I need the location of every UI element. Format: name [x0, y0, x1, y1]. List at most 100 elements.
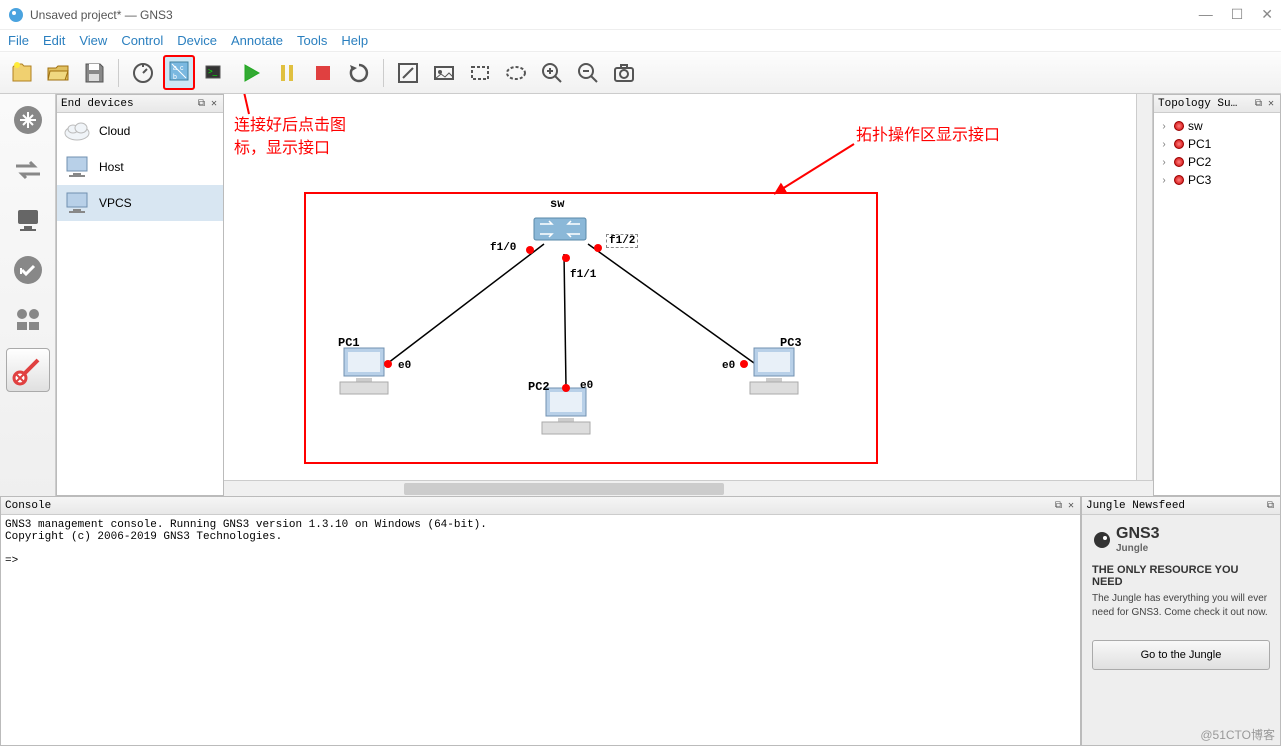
- app-icon: [8, 7, 24, 23]
- newsfeed-desc: The Jungle has everything you will ever …: [1092, 592, 1270, 620]
- newsfeed-headline: THE ONLY RESOURCE YOU NEED: [1092, 564, 1270, 588]
- topology-tree: ›sw ›PC1 ›PC2 ›PC3: [1154, 113, 1280, 193]
- bottom-area: Console ⧉✕ GNS3 management console. Runn…: [0, 496, 1281, 746]
- end-devices-title: End devices: [61, 98, 196, 110]
- tree-node-pc3[interactable]: ›PC3: [1158, 171, 1276, 189]
- chameleon-icon: [1092, 530, 1112, 550]
- device-cloud[interactable]: Cloud: [57, 113, 223, 149]
- port-dot: [526, 246, 534, 254]
- newsfeed-title: Jungle Newsfeed: [1086, 500, 1265, 512]
- port-dot: [562, 384, 570, 392]
- status-dot-icon: [1174, 139, 1184, 149]
- menu-view[interactable]: View: [79, 33, 107, 48]
- tree-node-pc1[interactable]: ›PC1: [1158, 135, 1276, 153]
- annotate-image-icon[interactable]: [428, 57, 460, 89]
- svg-text:c: c: [180, 65, 184, 72]
- topology-summary-panel: Topology Su… ⧉✕ ›sw ›PC1 ›PC2 ›PC3: [1153, 94, 1281, 496]
- minimize-button[interactable]: —: [1199, 6, 1213, 23]
- security-category-icon[interactable]: [6, 248, 50, 292]
- sw-label: sw: [550, 197, 564, 211]
- stop-all-icon[interactable]: [307, 57, 339, 89]
- open-project-icon[interactable]: [42, 57, 74, 89]
- show-interface-labels-button[interactable]: acb: [163, 55, 195, 90]
- menu-annotate[interactable]: Annotate: [231, 33, 283, 48]
- port-dot: [594, 244, 602, 252]
- annotate-note-icon[interactable]: [392, 57, 424, 89]
- console-title: Console: [5, 500, 1053, 512]
- tree-node-sw[interactable]: ›sw: [1158, 117, 1276, 135]
- menu-tools[interactable]: Tools: [297, 33, 327, 48]
- add-link-icon[interactable]: [6, 348, 50, 392]
- pc3-node[interactable]: [744, 344, 804, 400]
- topology-canvas[interactable]: 连接好后点击图标，显示接口 拓扑操作区显示接口: [224, 94, 1153, 480]
- reload-all-icon[interactable]: [343, 57, 375, 89]
- pause-all-icon[interactable]: [271, 57, 303, 89]
- port-f11: f1/1: [570, 269, 596, 281]
- device-host[interactable]: Host: [57, 149, 223, 185]
- screenshot-icon[interactable]: [608, 57, 640, 89]
- gns3-jungle-logo: GNS3Jungle: [1092, 525, 1270, 554]
- canvas-vscroll[interactable]: [1136, 94, 1152, 480]
- panel-close-icon[interactable]: ✕: [1066, 500, 1076, 512]
- canvas-hscroll[interactable]: [224, 480, 1153, 496]
- port-f10: f1/0: [490, 242, 516, 254]
- pc2-label: PC2: [528, 380, 550, 394]
- pc1-label: PC1: [338, 336, 360, 350]
- menu-help[interactable]: Help: [341, 33, 368, 48]
- console-output[interactable]: GNS3 management console. Running GNS3 ve…: [1, 515, 1080, 745]
- tree-node-pc2[interactable]: ›PC2: [1158, 153, 1276, 171]
- titlebar: Unsaved project* — GNS3 — ☐ ✕: [0, 0, 1281, 30]
- port-dot: [384, 360, 392, 368]
- console-all-icon[interactable]: >_: [199, 57, 231, 89]
- zoom-out-icon[interactable]: [572, 57, 604, 89]
- status-dot-icon: [1174, 157, 1184, 167]
- all-devices-category-icon[interactable]: [6, 298, 50, 342]
- end-devices-category-icon[interactable]: [6, 198, 50, 242]
- device-category-bar: [0, 94, 56, 496]
- save-project-icon[interactable]: [78, 57, 110, 89]
- panel-float-icon[interactable]: ⧉: [1253, 98, 1264, 110]
- panel-float-icon[interactable]: ⧉: [1053, 500, 1064, 512]
- port-f12: f1/2: [606, 234, 638, 248]
- canvas-area: 连接好后点击图标，显示接口 拓扑操作区显示接口: [224, 94, 1153, 496]
- device-vpcs[interactable]: VPCS: [57, 185, 223, 221]
- start-all-icon[interactable]: [235, 57, 267, 89]
- pc3-label: PC3: [780, 336, 802, 350]
- maximize-button[interactable]: ☐: [1231, 6, 1244, 23]
- zoom-in-icon[interactable]: [536, 57, 568, 89]
- menu-file[interactable]: File: [8, 33, 29, 48]
- pc1-node[interactable]: [334, 344, 394, 400]
- pc3-e0: e0: [722, 360, 735, 372]
- panel-close-icon[interactable]: ✕: [209, 98, 219, 110]
- links-layer: [224, 94, 1152, 480]
- menu-device[interactable]: Device: [177, 33, 217, 48]
- close-button[interactable]: ✕: [1261, 6, 1273, 23]
- switches-category-icon[interactable]: [6, 148, 50, 192]
- annotate-rect-icon[interactable]: [464, 57, 496, 89]
- menu-control[interactable]: Control: [121, 33, 163, 48]
- newsfeed-panel: Jungle Newsfeed ⧉ GNS3Jungle THE ONLY RE…: [1081, 496, 1281, 746]
- routers-category-icon[interactable]: [6, 98, 50, 142]
- panel-float-icon[interactable]: ⧉: [1265, 500, 1276, 512]
- menubar: File Edit View Control Device Annotate T…: [0, 30, 1281, 52]
- window-title: Unsaved project* — GNS3: [30, 8, 1199, 22]
- watermark: @51CTO博客: [1200, 726, 1275, 743]
- port-dot: [562, 254, 570, 262]
- switch-node[interactable]: [530, 212, 590, 248]
- new-project-icon[interactable]: [6, 57, 38, 89]
- go-to-jungle-button[interactable]: Go to the Jungle: [1092, 640, 1270, 670]
- host-icon: [63, 155, 91, 179]
- topology-summary-title: Topology Su…: [1158, 98, 1253, 110]
- panel-close-icon[interactable]: ✕: [1266, 98, 1276, 110]
- svg-text:>_: >_: [208, 67, 218, 76]
- annotate-ellipse-icon[interactable]: [500, 57, 532, 89]
- snapshot-icon[interactable]: [127, 57, 159, 89]
- panel-float-icon[interactable]: ⧉: [196, 98, 207, 110]
- port-dot: [740, 360, 748, 368]
- pc2-e0: e0: [580, 380, 593, 392]
- menu-edit[interactable]: Edit: [43, 33, 65, 48]
- console-panel: Console ⧉✕ GNS3 management console. Runn…: [0, 496, 1081, 746]
- status-dot-icon: [1174, 121, 1184, 131]
- cloud-icon: [63, 119, 91, 143]
- pc1-e0: e0: [398, 360, 411, 372]
